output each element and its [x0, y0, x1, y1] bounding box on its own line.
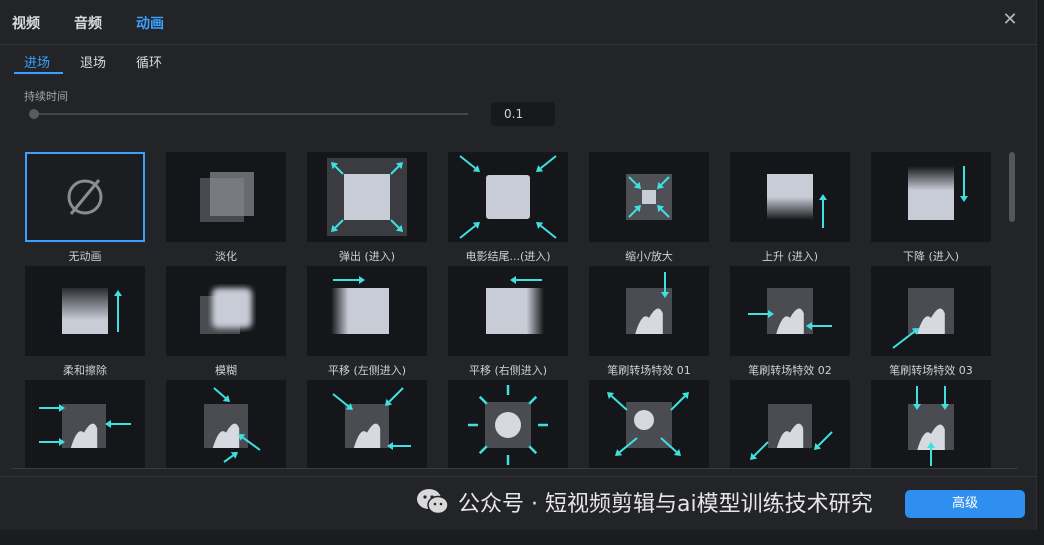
animation-tile[interactable]: [166, 266, 286, 356]
subtab-enter[interactable]: 进场: [24, 52, 50, 71]
top-tab-bar: 视频 音频 动画 ✕: [0, 0, 1036, 45]
fall-icon: [908, 166, 968, 220]
slide-right-icon: [486, 276, 544, 334]
blur-icon: [200, 288, 252, 334]
animation-tile[interactable]: [871, 266, 991, 356]
duration-slider-thumb[interactable]: [29, 109, 39, 119]
brush-01-icon: [626, 272, 672, 334]
burst-icon: [468, 385, 548, 465]
duration-value-field[interactable]: 0.1: [491, 102, 555, 126]
duration-slider[interactable]: [30, 113, 468, 115]
animation-grid: 无动画 淡化 弹出 (进入) 电影结尾...(进入) 缩小/放大 上升 (进入) 下降 (进…: [0, 148, 1006, 468]
brush-02-icon: [748, 288, 832, 334]
animation-label: 电影结尾...(进入): [465, 250, 551, 263]
rise-icon: [767, 174, 827, 228]
animation-tile[interactable]: [166, 380, 286, 468]
subtab-exit[interactable]: 退场: [80, 52, 106, 71]
animation-tile[interactable]: [307, 266, 427, 356]
divider: [12, 468, 1018, 469]
animation-label: 上升 (进入): [761, 250, 819, 263]
animation-tile[interactable]: [730, 380, 850, 468]
animation-label: 平移 (左侧进入): [327, 364, 407, 377]
tab-video[interactable]: 视频: [12, 13, 40, 33]
pop-out-icon: [327, 158, 407, 236]
animation-tile[interactable]: [589, 266, 709, 356]
animation-tile[interactable]: [448, 152, 568, 242]
grid-scrollbar[interactable]: [1009, 152, 1015, 222]
animation-label: 柔和擦除: [63, 364, 107, 377]
animation-tile[interactable]: [589, 380, 709, 468]
animation-label: 弹出 (进入): [338, 250, 396, 263]
movie-end-icon: [459, 155, 557, 239]
animation-label: 笔刷转场特效 02: [748, 364, 832, 377]
watermark: 公众号 · 短视频剪辑与ai模型训练技术研究: [416, 486, 873, 518]
brush-vertical-icon: [908, 386, 954, 466]
brush-03-icon: [892, 288, 954, 349]
fade-icon: [200, 172, 254, 222]
zoom-icon: [626, 174, 672, 220]
watermark-text: 公众号 · 短视频剪辑与ai模型训练技术研究: [458, 492, 873, 517]
animation-tile[interactable]: [448, 380, 568, 468]
advanced-button[interactable]: 高级: [905, 490, 1025, 518]
animation-tile[interactable]: [307, 380, 427, 468]
subtab-underline: [14, 72, 63, 74]
brush-horizontal-icon: [39, 404, 131, 448]
animation-tile[interactable]: [871, 152, 991, 242]
tab-audio[interactable]: 音频: [74, 13, 102, 33]
animation-tile[interactable]: [166, 152, 286, 242]
animation-label: 缩小/放大: [625, 250, 673, 263]
animation-tile[interactable]: [307, 152, 427, 242]
brush-diagonal-icon: [204, 387, 261, 463]
animation-tile[interactable]: [25, 380, 145, 468]
animation-tile[interactable]: [871, 380, 991, 468]
animation-tile[interactable]: [25, 266, 145, 356]
brush-radial-icon: [607, 392, 689, 456]
subtab-loop[interactable]: 循环: [136, 52, 162, 71]
close-icon[interactable]: ✕: [1000, 10, 1020, 30]
animation-dialog: 视频 音频 动画 ✕ 进场 退场 循环 持续时间 0.1 无动画 淡化 弹出 (进入…: [0, 0, 1037, 530]
animation-tile[interactable]: [730, 266, 850, 356]
tab-animation[interactable]: 动画: [136, 13, 164, 33]
animation-tile[interactable]: [589, 152, 709, 242]
soft-wipe-icon: [62, 288, 122, 334]
none-icon: [67, 179, 103, 215]
animation-tile[interactable]: [730, 152, 850, 242]
animation-label: 淡化: [215, 250, 237, 263]
animation-label: 下降 (进入): [902, 250, 960, 263]
animation-label: 模糊: [215, 364, 237, 377]
animation-label: 笔刷转场特效 01: [607, 364, 691, 377]
animation-label: 无动画: [68, 250, 102, 263]
slide-left-icon: [331, 276, 389, 334]
brush-diag2-icon: [750, 404, 833, 460]
animation-tile[interactable]: [25, 152, 145, 242]
animation-label: 笔刷转场特效 03: [889, 364, 973, 377]
wechat-icon: [417, 489, 449, 515]
brush-corner-icon: [332, 387, 411, 450]
duration-label: 持续时间: [24, 90, 68, 103]
animation-label: 平移 (右侧进入): [468, 364, 548, 377]
animation-tile[interactable]: [448, 266, 568, 356]
